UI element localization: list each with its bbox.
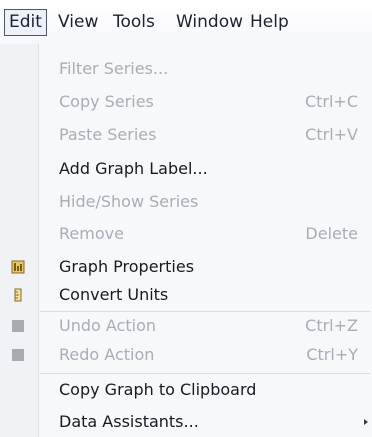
menu-item-hide-show-series[interactable]: Hide/Show Series: [0, 187, 372, 217]
menu-item-label: Paste Series: [59, 125, 157, 144]
menu-item-label: Remove: [59, 224, 124, 243]
menu-item-graph-properties[interactable]: Graph Properties: [0, 252, 372, 282]
edit-dropdown-menu: Filter Series... Copy Series Ctrl+C Past…: [0, 44, 372, 437]
menu-separator: [40, 373, 370, 374]
menu-item-shortcut: Delete: [305, 224, 358, 243]
menu-help[interactable]: Help: [245, 9, 294, 36]
menu-item-remove[interactable]: Remove Delete: [0, 219, 372, 249]
menu-item-data-assistants[interactable]: Data Assistants...: [0, 407, 372, 437]
menu-item-undo-action[interactable]: Undo Action Ctrl+Z: [0, 311, 372, 341]
menu-item-redo-action[interactable]: Redo Action Ctrl+Y: [0, 340, 372, 370]
menu-item-label: Add Graph Label...: [59, 159, 208, 178]
menu-item-shortcut: Ctrl+Y: [306, 345, 358, 364]
menu-item-filter-series[interactable]: Filter Series...: [0, 54, 372, 84]
menu-item-label: Copy Graph to Clipboard: [59, 380, 257, 399]
menu-item-shortcut: Ctrl+C: [304, 92, 358, 111]
menu-item-copy-graph-to-clipboard[interactable]: Copy Graph to Clipboard: [0, 375, 372, 405]
graph-properties-icon: [11, 260, 25, 274]
menu-bar: Edit View Tools Window Help: [0, 0, 372, 45]
menu-edit[interactable]: Edit: [4, 9, 47, 36]
menu-item-label: Undo Action: [59, 316, 156, 335]
menu-item-paste-series[interactable]: Paste Series Ctrl+V: [0, 120, 372, 150]
menu-window[interactable]: Window: [171, 9, 248, 36]
menu-item-label: Redo Action: [59, 345, 155, 364]
menu-item-shortcut: Ctrl+V: [305, 125, 358, 144]
menu-item-label: Graph Properties: [59, 257, 195, 276]
menu-item-convert-units[interactable]: Convert Units: [0, 280, 372, 310]
menu-item-shortcut: Ctrl+Z: [305, 316, 358, 335]
undo-icon: [12, 320, 24, 332]
menu-item-label: Copy Series: [59, 92, 154, 111]
convert-units-icon: [14, 288, 22, 302]
menu-item-label: Data Assistants...: [59, 412, 199, 431]
submenu-arrow-icon: [364, 419, 368, 425]
menu-item-label: Convert Units: [59, 285, 169, 304]
menu-item-label: Hide/Show Series: [59, 192, 199, 211]
menu-item-add-graph-label[interactable]: Add Graph Label...: [0, 154, 372, 184]
menu-item-copy-series[interactable]: Copy Series Ctrl+C: [0, 87, 372, 117]
menu-view[interactable]: View: [53, 9, 103, 36]
redo-icon: [12, 349, 24, 361]
menu-item-label: Filter Series...: [59, 59, 169, 78]
menu-tools[interactable]: Tools: [108, 9, 160, 36]
